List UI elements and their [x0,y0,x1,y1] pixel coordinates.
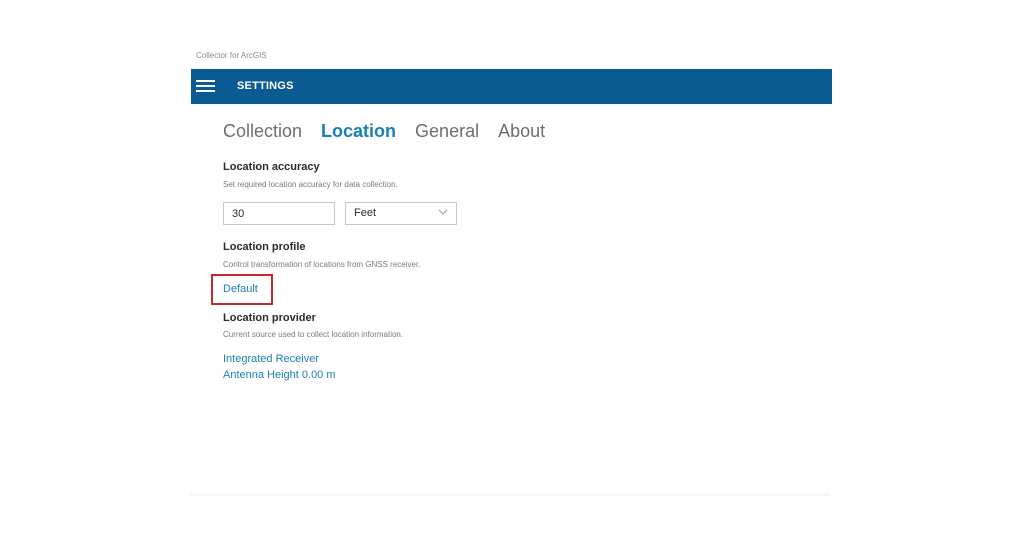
tab-general[interactable]: General [415,121,479,142]
unit-select-value: Feet [354,207,377,219]
location-provider-description: Current source used to collect location … [223,330,404,339]
accuracy-input-wrapper [223,202,335,225]
tab-location[interactable]: Location [321,121,396,142]
tab-about[interactable]: About [498,121,545,142]
unit-select[interactable]: Feet [345,202,457,225]
page-title: SETTINGS [237,80,294,92]
location-accuracy-title: Location accuracy [223,161,320,173]
location-provider-title: Location provider [223,312,316,324]
antenna-height-link[interactable]: Antenna Height 0.00 m [223,369,336,381]
accuracy-input[interactable] [224,203,332,224]
app-title: Collector for ArcGIS [196,51,267,60]
app-window: Collector for ArcGIS SETTINGS Collection… [0,0,1024,546]
settings-tabs: Collection Location General About [223,121,564,142]
integrated-receiver-link[interactable]: Integrated Receiver [223,353,319,365]
chevron-down-icon [438,209,448,215]
location-accuracy-description: Set required location accuracy for data … [223,180,398,189]
location-profile-description: Control transformation of locations from… [223,260,421,269]
location-profile-link[interactable]: Default [223,283,258,295]
header-bar: SETTINGS [191,69,832,104]
tab-collection[interactable]: Collection [223,121,302,142]
bottom-divider [190,493,830,496]
location-profile-title: Location profile [223,241,306,253]
hamburger-menu-icon[interactable] [196,80,215,93]
